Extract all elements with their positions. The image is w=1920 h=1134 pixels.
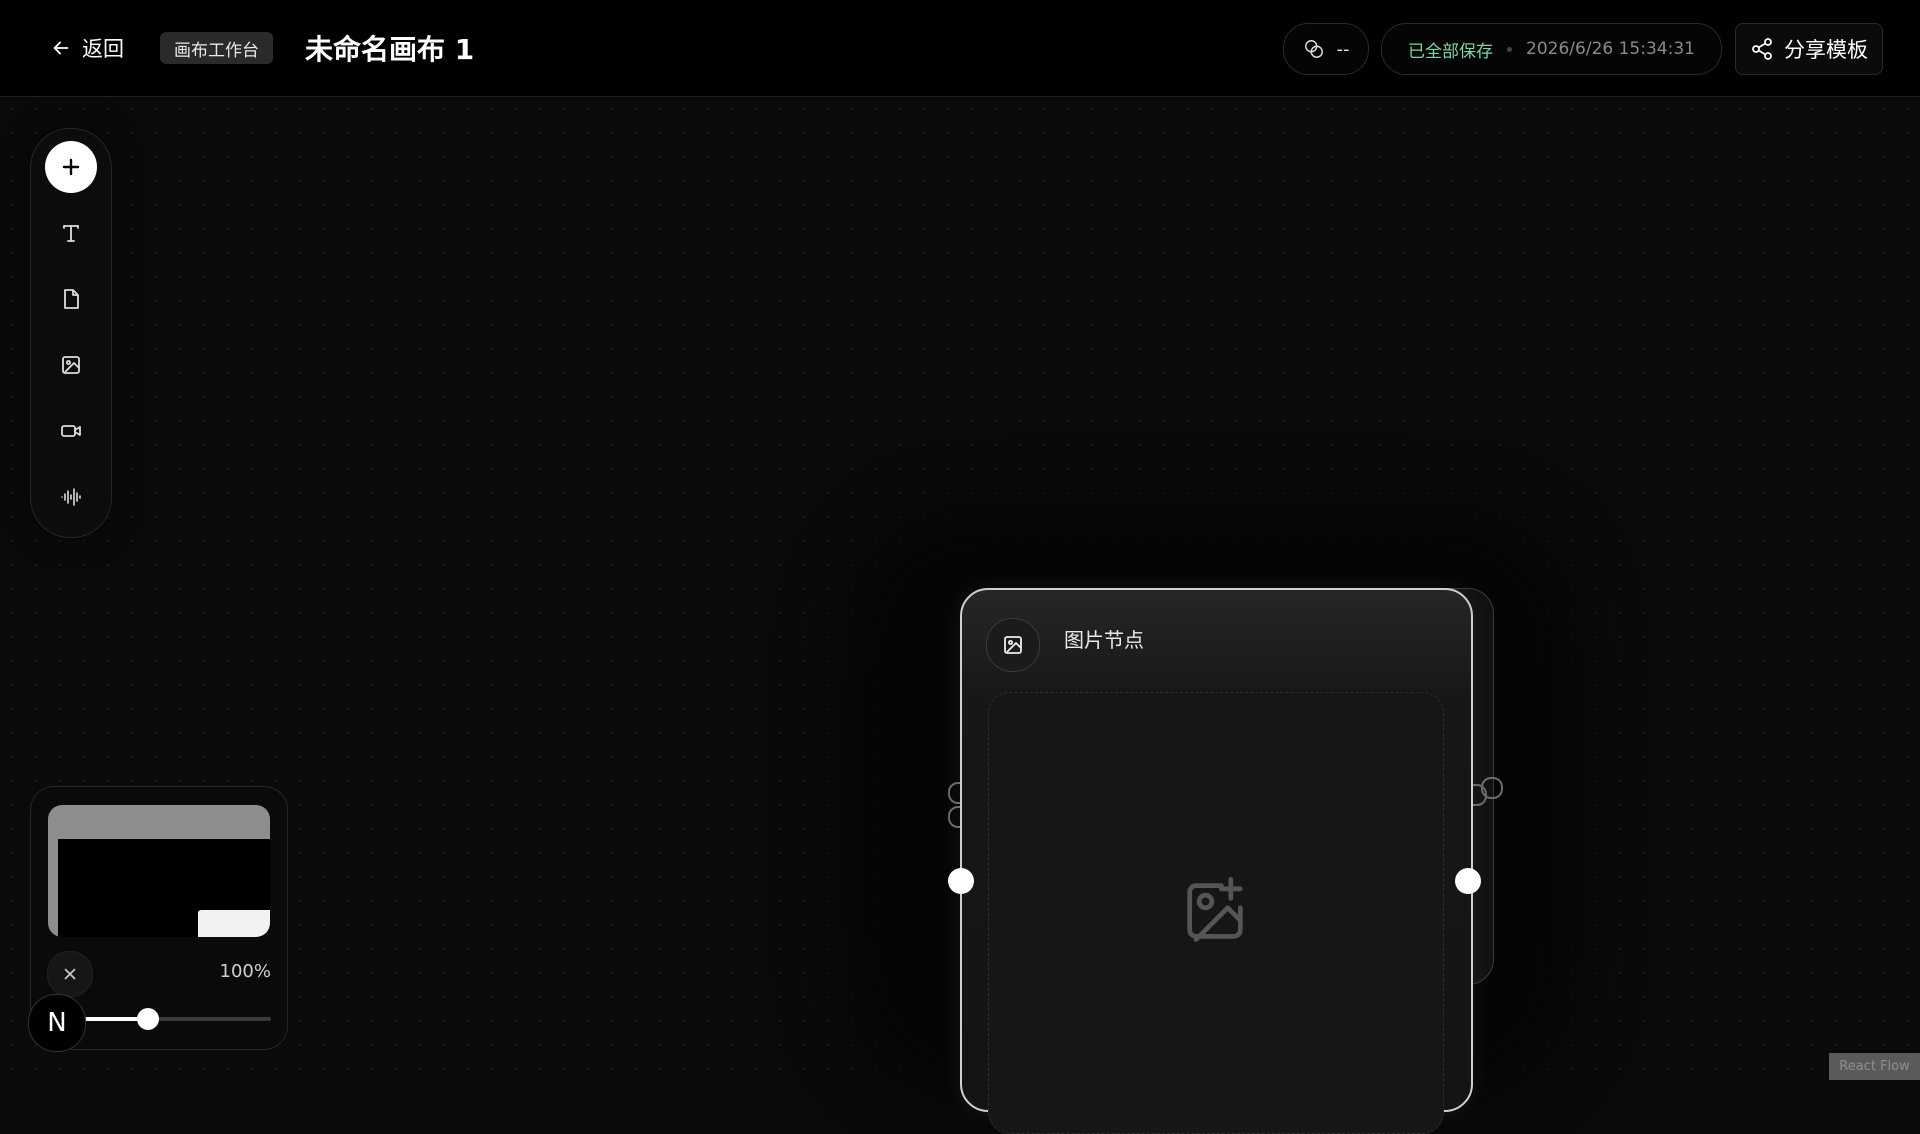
close-icon [64, 968, 76, 980]
save-timestamp: 2026/6/26 15:34:31 [1526, 39, 1695, 59]
image-upload-area[interactable] [988, 692, 1444, 1134]
image-node[interactable]: 图片节点 [960, 588, 1473, 1134]
page-title[interactable]: 未命名画布 1 [305, 28, 474, 68]
app-badge[interactable]: N [28, 994, 86, 1052]
close-minimap-button[interactable] [47, 951, 93, 997]
image-add-icon [1187, 876, 1243, 942]
add-icon [62, 158, 80, 176]
input-handle[interactable] [948, 868, 974, 894]
back-label: 返回 [82, 37, 124, 61]
image-icon [62, 356, 80, 374]
node-title: 图片节点 [1064, 628, 1144, 652]
video-tool-button[interactable] [45, 405, 97, 457]
text-tool-button[interactable] [45, 207, 97, 259]
node-type-badge [986, 618, 1040, 672]
zoom-slider-thumb[interactable] [137, 1008, 160, 1030]
arrow-left-icon [53, 41, 69, 55]
separator-dot [1507, 46, 1513, 52]
save-status: 已全部保存 [1408, 41, 1494, 62]
image-tool-button[interactable] [45, 339, 97, 391]
credits-pill[interactable]: -- [1283, 23, 1369, 75]
document-tool-button[interactable] [45, 273, 97, 325]
audio-tool-button[interactable] [45, 471, 97, 523]
zoom-level: 100% [219, 961, 271, 982]
video-icon [61, 425, 81, 437]
ghost-handle [1481, 777, 1503, 799]
save-status-pill: 已全部保存 2026/6/26 15:34:31 [1381, 23, 1722, 75]
minimap-node [198, 910, 270, 937]
node-toolbar [30, 128, 112, 538]
output-handle[interactable] [1455, 868, 1481, 894]
text-icon [63, 225, 79, 242]
back-button[interactable]: 返回 [50, 32, 124, 64]
document-icon [64, 289, 79, 309]
top-bar: 返回 画布工作台 未命名画布 1 -- 已全部保存 2026/6/26 15:3… [0, 0, 1920, 97]
share-icon [1752, 38, 1772, 60]
image-icon [1004, 636, 1022, 654]
share-label: 分享模板 [1784, 38, 1868, 62]
add-node-button[interactable] [45, 141, 97, 193]
zoom-slider[interactable] [85, 1008, 271, 1030]
coins-icon [1304, 40, 1323, 58]
minimap[interactable] [48, 805, 270, 937]
share-template-button[interactable]: 分享模板 [1735, 23, 1883, 75]
credits-value: -- [1336, 38, 1350, 60]
audio-waveform-icon [61, 488, 81, 506]
workspace-tag: 画布工作台 [160, 32, 273, 64]
react-flow-attribution[interactable]: React Flow [1829, 1053, 1920, 1080]
